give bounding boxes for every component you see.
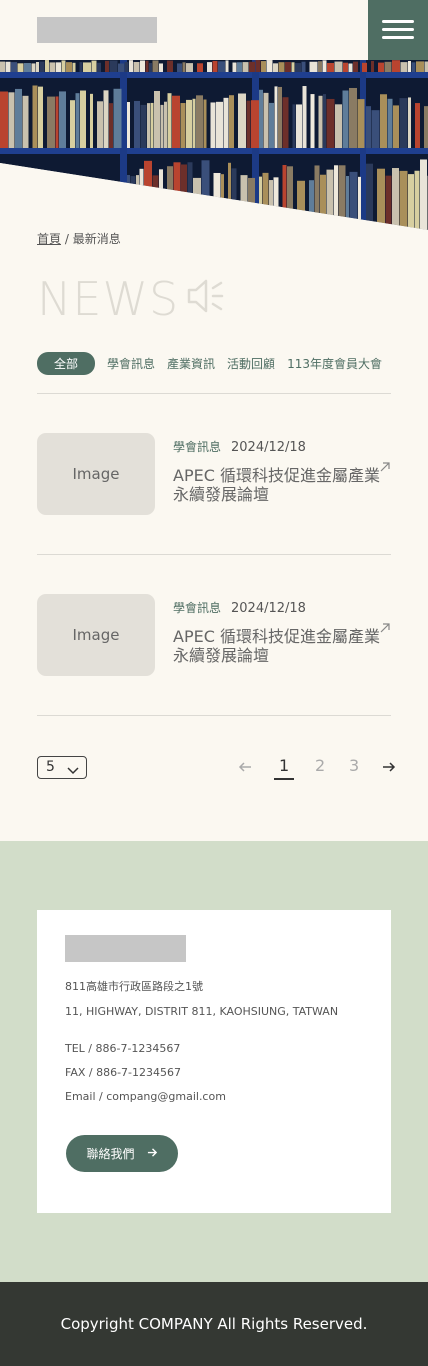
tel: TEL / 886-7-1234567: [65, 1042, 181, 1055]
divider: [37, 554, 391, 555]
news-date: 2024/12/18: [231, 440, 306, 455]
copyright-text: Copyright COMPANY All Rights Reserved.: [60, 1315, 368, 1333]
divider: [37, 393, 391, 394]
tab-society-news[interactable]: 學會訊息: [107, 355, 155, 372]
news-meta: 學會訊息 2024/12/18: [173, 438, 306, 455]
address-zh: 811高雄市行政區路段之1號: [65, 980, 203, 993]
copyright-bar: Copyright COMPANY All Rights Reserved.: [0, 1282, 428, 1366]
prev-page-arrow-icon[interactable]: [238, 759, 252, 783]
page-link-1[interactable]: 1: [274, 756, 295, 780]
news-thumbnail: Image: [37, 594, 155, 676]
page-title: NEWS: [37, 272, 180, 326]
news-item[interactable]: Image 學會訊息 2024/12/18 APEC 循環科技促進金屬產業永續發展…: [37, 433, 391, 515]
per-page-value: 5: [46, 759, 55, 775]
tab-all[interactable]: 全部: [37, 351, 96, 375]
next-page-arrow-icon[interactable]: [382, 759, 396, 783]
fax: FAX / 886-7-1234567: [65, 1066, 181, 1079]
news-title[interactable]: APEC 循環科技促進金屬產業永續發展論壇: [173, 627, 385, 665]
contact-card: 811高雄市行政區路段之1號 11, HIGHWAY, DISTRIT 811,…: [37, 910, 391, 1213]
contact-us-label: 聯絡我們: [86, 1147, 135, 1161]
page-link-2[interactable]: 2: [315, 756, 325, 780]
per-page-select[interactable]: 5: [37, 756, 87, 779]
breadcrumb-home-link[interactable]: 首頁: [37, 232, 61, 246]
chevron-down-icon: [67, 762, 79, 783]
site-header: [0, 0, 428, 60]
category-tabs: 全部 學會訊息 產業資訊 活動回顧 113年度會員大會: [37, 351, 394, 375]
contact-us-button[interactable]: 聯絡我們: [66, 1135, 178, 1172]
logo[interactable]: [37, 17, 157, 43]
tab-event-review[interactable]: 活動回顧: [227, 355, 275, 372]
breadcrumb-current: 最新消息: [72, 232, 121, 246]
news-date: 2024/12/18: [231, 601, 306, 616]
divider: [37, 715, 391, 716]
news-category: 學會訊息: [173, 440, 222, 454]
hamburger-icon[interactable]: [368, 0, 428, 60]
arrow-right-icon: [147, 1147, 158, 1161]
page-link-3[interactable]: 3: [349, 756, 359, 780]
footer-logo: [65, 935, 186, 962]
speaker-icon: [186, 278, 226, 318]
news-category: 學會訊息: [173, 601, 222, 615]
external-arrow-icon: [379, 458, 391, 477]
address-en: 11, HIGHWAY, DISTRIT 811, KAOHSIUNG, TAT…: [65, 1005, 339, 1018]
breadcrumb: 首頁 / 最新消息: [37, 230, 121, 247]
external-arrow-icon: [379, 619, 391, 638]
news-item[interactable]: Image 學會訊息 2024/12/18 APEC 循環科技促進金屬產業永續發展…: [37, 594, 391, 676]
news-title[interactable]: APEC 循環科技促進金屬產業永續發展論壇: [173, 466, 385, 504]
breadcrumb-separator: /: [61, 232, 73, 246]
hero-banner: [0, 60, 428, 230]
news-thumbnail: Image: [37, 433, 155, 515]
tab-industry-info[interactable]: 產業資訊: [167, 355, 215, 372]
email[interactable]: Email / compang@gmail.com: [65, 1090, 226, 1103]
news-meta: 學會訊息 2024/12/18: [173, 599, 306, 616]
tab-annual-meeting[interactable]: 113年度會員大會: [287, 355, 382, 372]
